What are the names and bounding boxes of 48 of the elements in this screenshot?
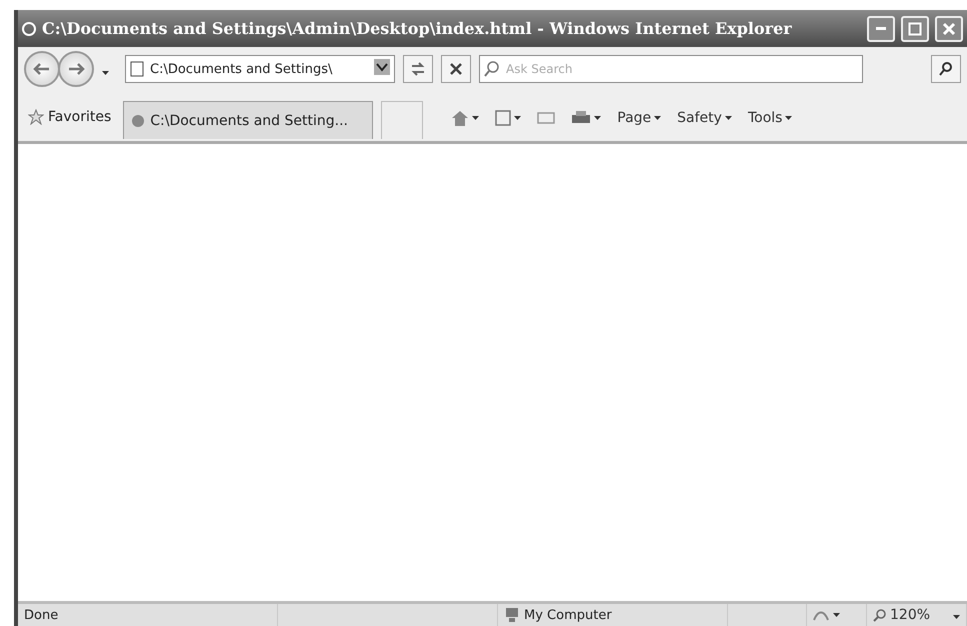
security-zone: My Computer: [524, 608, 612, 622]
maximize-icon: [908, 22, 922, 36]
caret-icon: [654, 116, 662, 120]
search-icon: [939, 62, 953, 76]
status-text: Done: [24, 608, 58, 622]
computer-icon: [504, 607, 520, 623]
dropdown-icon: [374, 59, 390, 75]
command-menu[interactable]: Tools: [748, 110, 792, 126]
magnifier-icon: [873, 608, 887, 622]
close-button[interactable]: [935, 16, 963, 42]
browser-tab[interactable]: C:\Documents and Setting...: [123, 101, 374, 139]
stop-icon: [449, 62, 463, 76]
back-button[interactable]: [24, 51, 60, 87]
refresh-icon: [410, 62, 426, 76]
caret-icon: [953, 614, 960, 618]
forward-button[interactable]: [58, 51, 94, 87]
stop-button[interactable]: [441, 55, 471, 83]
caret-icon: [594, 116, 602, 120]
caret-icon: [472, 116, 480, 120]
browser-logo-icon: [22, 22, 36, 36]
feeds-button[interactable]: [495, 110, 522, 126]
home-icon: [451, 109, 470, 127]
search-button[interactable]: [931, 55, 961, 83]
caret-icon: [785, 116, 792, 120]
forward-arrow-icon: [67, 62, 85, 76]
mail-icon: [537, 111, 556, 125]
search-icon: [484, 61, 500, 77]
maximize-button[interactable]: [901, 16, 929, 42]
command-menu[interactable]: Safety: [677, 110, 732, 126]
refresh-button[interactable]: [403, 55, 433, 83]
caret-icon: [724, 116, 732, 120]
close-icon: [942, 22, 956, 36]
favorites-button[interactable]: Favorites: [24, 109, 116, 125]
zoom-button[interactable]: 120%: [873, 607, 930, 623]
printer-icon: [571, 110, 592, 126]
minimize-icon: [876, 27, 886, 30]
caret-icon: [833, 613, 840, 617]
minimize-button[interactable]: [867, 16, 895, 42]
command-menu[interactable]: Page: [617, 110, 662, 126]
star-icon: [28, 109, 44, 125]
back-arrow-icon: [33, 62, 51, 76]
home-button[interactable]: [451, 109, 480, 127]
window-title: C:\Documents and Settings\Admin\Desktop\index.html - Windows Internet Explorer: [42, 19, 793, 38]
address-field[interactable]: C:\Documents and Settings\: [125, 55, 395, 83]
caret-icon: [102, 70, 109, 74]
mail-button[interactable]: [537, 111, 556, 125]
print-button[interactable]: [571, 110, 602, 126]
caret-icon: [514, 116, 522, 120]
